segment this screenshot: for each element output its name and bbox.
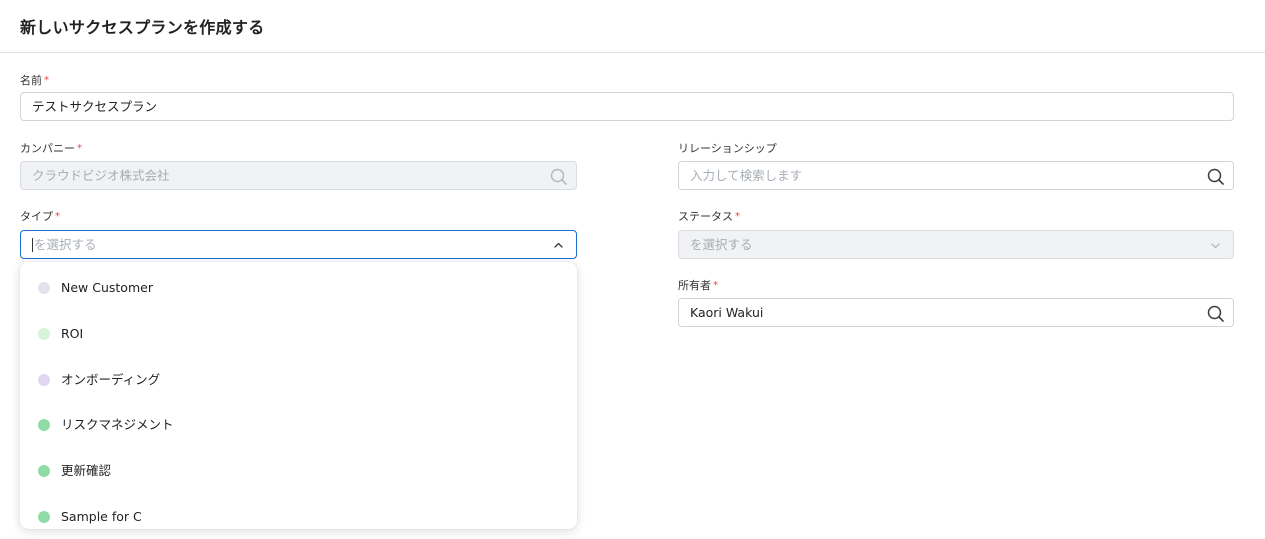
required-mark: *	[735, 211, 740, 222]
chevron-up-icon[interactable]	[550, 237, 567, 254]
color-dot	[38, 511, 50, 523]
type-select[interactable]: を選択する	[20, 230, 577, 259]
name-label-text: 名前	[20, 74, 42, 87]
create-success-plan-page: 新しいサクセスプランを作成する 名前 * テストサクセスプラン カンパニー * クラ…	[0, 0, 1265, 539]
company-input: クラウドビジオ株式会社	[20, 161, 577, 190]
required-mark: *	[55, 211, 60, 222]
type-label-text: タイプ	[20, 210, 53, 223]
type-option[interactable]: ROI	[20, 312, 577, 356]
status-label: ステータス *	[678, 210, 740, 224]
relationship-label-text: リレーションシップ	[678, 142, 777, 155]
type-option[interactable]: オンボーディング	[20, 358, 577, 402]
status-placeholder: を選択する	[690, 237, 753, 252]
type-option-label: オンボーディング	[61, 372, 161, 387]
status-label-text: ステータス	[678, 210, 733, 223]
text-caret	[32, 237, 33, 252]
search-icon[interactable]	[1207, 168, 1224, 185]
color-dot	[38, 328, 50, 340]
company-label-text: カンパニー	[20, 142, 75, 155]
type-option-label: 更新確認	[61, 463, 112, 478]
type-option[interactable]: リスクマネジメント	[20, 403, 577, 447]
color-dot	[38, 465, 50, 477]
relationship-input[interactable]: 入力して検索します	[678, 161, 1234, 190]
required-mark: *	[77, 143, 82, 154]
owner-label-text: 所有者	[678, 279, 711, 292]
type-option-label: New Customer	[61, 280, 153, 295]
color-dot	[38, 419, 50, 431]
type-label: タイプ *	[20, 210, 60, 224]
color-dot	[38, 282, 50, 294]
type-option[interactable]: New Customer	[20, 266, 577, 310]
color-dot	[38, 374, 50, 386]
search-icon	[550, 168, 567, 185]
company-input-value: クラウドビジオ株式会社	[32, 168, 170, 183]
status-select: を選択する	[678, 230, 1234, 259]
type-option[interactable]: 更新確認	[20, 449, 577, 493]
owner-input[interactable]: Kaori Wakui	[678, 298, 1234, 327]
page-header: 新しいサクセスプランを作成する	[0, 0, 1265, 53]
type-option[interactable]: Sample for C	[20, 495, 577, 529]
search-icon[interactable]	[1207, 305, 1224, 322]
required-mark: *	[44, 75, 49, 86]
page-title: 新しいサクセスプランを作成する	[20, 18, 265, 37]
required-mark: *	[713, 280, 718, 291]
relationship-placeholder: 入力して検索します	[690, 168, 803, 183]
name-label: 名前 *	[20, 74, 49, 88]
relationship-label: リレーションシップ	[678, 142, 777, 156]
type-dropdown-menu: New Customer ROI オンボーディング リスクマネジメント 更新確認…	[20, 262, 577, 529]
type-option-label: ROI	[61, 326, 84, 341]
name-input[interactable]: テストサクセスプラン	[20, 92, 1234, 121]
owner-input-value: Kaori Wakui	[690, 305, 764, 320]
owner-label: 所有者 *	[678, 279, 718, 293]
type-option-label: Sample for C	[61, 509, 142, 524]
type-option-label: リスクマネジメント	[61, 417, 174, 432]
chevron-down-icon	[1207, 237, 1224, 254]
company-label: カンパニー *	[20, 142, 82, 156]
type-placeholder: を選択する	[34, 237, 97, 252]
name-input-value: テストサクセスプラン	[32, 99, 158, 114]
